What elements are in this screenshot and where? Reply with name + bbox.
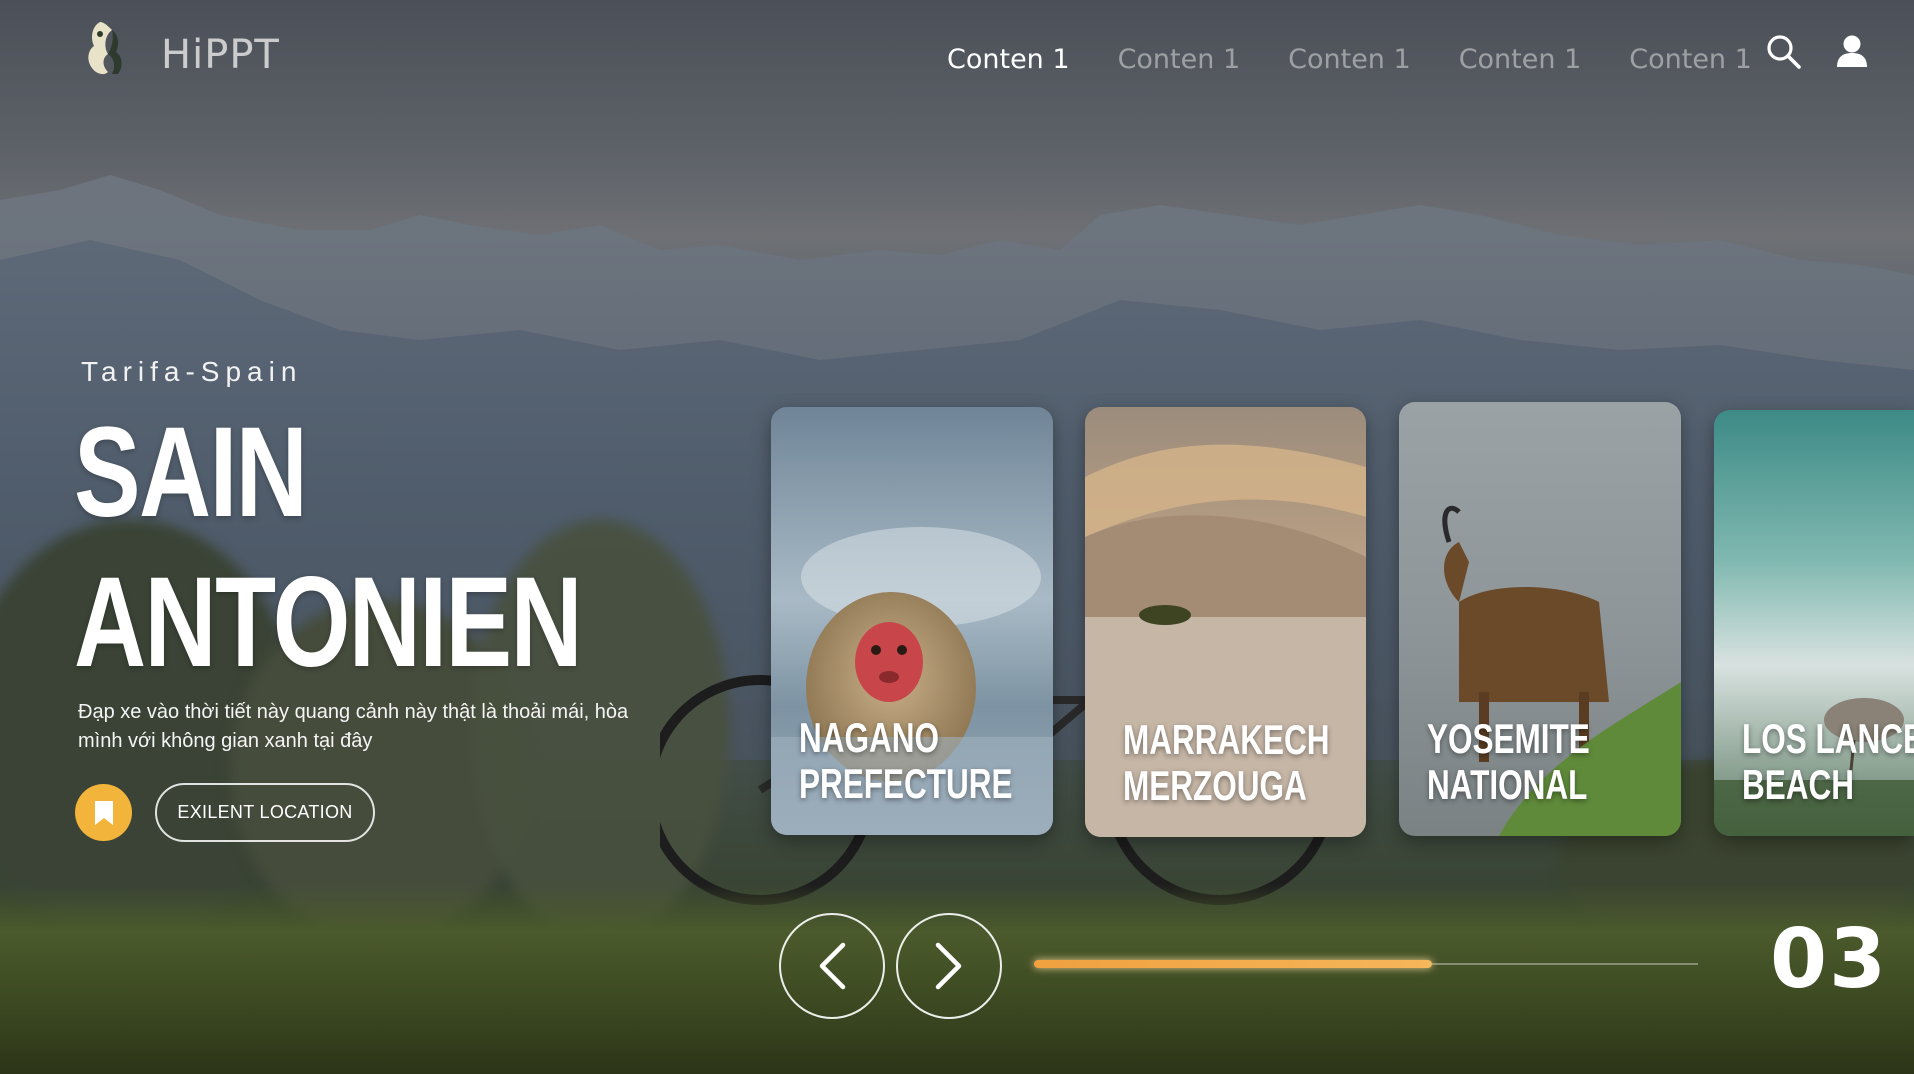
bookmark-icon bbox=[94, 800, 113, 825]
hero-title: SAIN ANTONIEN bbox=[74, 398, 583, 698]
chevron-left-icon bbox=[819, 942, 846, 990]
card-title-line-1: NAGANO bbox=[799, 714, 940, 761]
nav-item-2[interactable]: Conten 1 bbox=[1118, 44, 1241, 75]
hero-title-line-1: SAIN bbox=[74, 401, 308, 544]
bookmark-button[interactable] bbox=[75, 784, 132, 841]
nav-item-4[interactable]: Conten 1 bbox=[1459, 44, 1582, 75]
location-subtitle: Tarifa-Spain bbox=[81, 356, 303, 387]
card-title-line-2: BEACH bbox=[1742, 761, 1855, 808]
next-button[interactable] bbox=[896, 913, 1002, 1019]
card-title-line-2: NATIONAL bbox=[1427, 761, 1588, 808]
nav-item-5[interactable]: Conten 1 bbox=[1629, 44, 1752, 75]
search-icon[interactable] bbox=[1766, 34, 1802, 70]
card-los-lances[interactable]: LOS LANCES BEACH bbox=[1714, 410, 1914, 836]
slider-progress-track[interactable] bbox=[1034, 960, 1698, 968]
card-marrakech[interactable]: MARRAKECH MERZOUGA bbox=[1085, 407, 1366, 837]
hero-title-line-2: ANTONIEN bbox=[74, 551, 583, 694]
slide-counter: 03 bbox=[1770, 912, 1889, 1007]
chevron-right-icon bbox=[935, 942, 962, 990]
user-icon[interactable] bbox=[1836, 34, 1868, 68]
card-title-line-1: LOS LANCES bbox=[1742, 715, 1914, 762]
brand-name[interactable]: HiPPT bbox=[161, 32, 280, 78]
card-nagano[interactable]: NAGANO PREFECTURE bbox=[771, 407, 1053, 835]
nav-item-1[interactable]: Conten 1 bbox=[947, 44, 1070, 75]
card-label-marrakech: MARRAKECH MERZOUGA bbox=[1123, 717, 1329, 809]
card-title-line-2: MERZOUGA bbox=[1123, 762, 1307, 809]
hero-description: Đạp xe vào thời tiết này quang cảnh này … bbox=[78, 701, 629, 752]
exilent-location-button[interactable]: EXILENT LOCATION bbox=[155, 783, 375, 842]
card-title-line-1: MARRAKECH bbox=[1123, 716, 1330, 763]
card-label-yosemite: YOSEMITE NATIONAL bbox=[1427, 716, 1590, 808]
slider-progress-fill bbox=[1034, 960, 1433, 968]
nav-item-3[interactable]: Conten 1 bbox=[1288, 44, 1411, 75]
card-yosemite[interactable]: YOSEMITE NATIONAL bbox=[1399, 402, 1681, 836]
card-label-nagano: NAGANO PREFECTURE bbox=[799, 715, 1013, 807]
card-title-line-1: YOSEMITE bbox=[1427, 715, 1590, 762]
prev-button[interactable] bbox=[779, 913, 885, 1019]
card-label-los-lances: LOS LANCES BEACH bbox=[1742, 716, 1914, 808]
card-title-line-2: PREFECTURE bbox=[799, 760, 1013, 807]
hippt-logo bbox=[88, 22, 122, 75]
main-nav: Conten 1 Conten 1 Conten 1 Conten 1 Cont… bbox=[947, 44, 1800, 75]
